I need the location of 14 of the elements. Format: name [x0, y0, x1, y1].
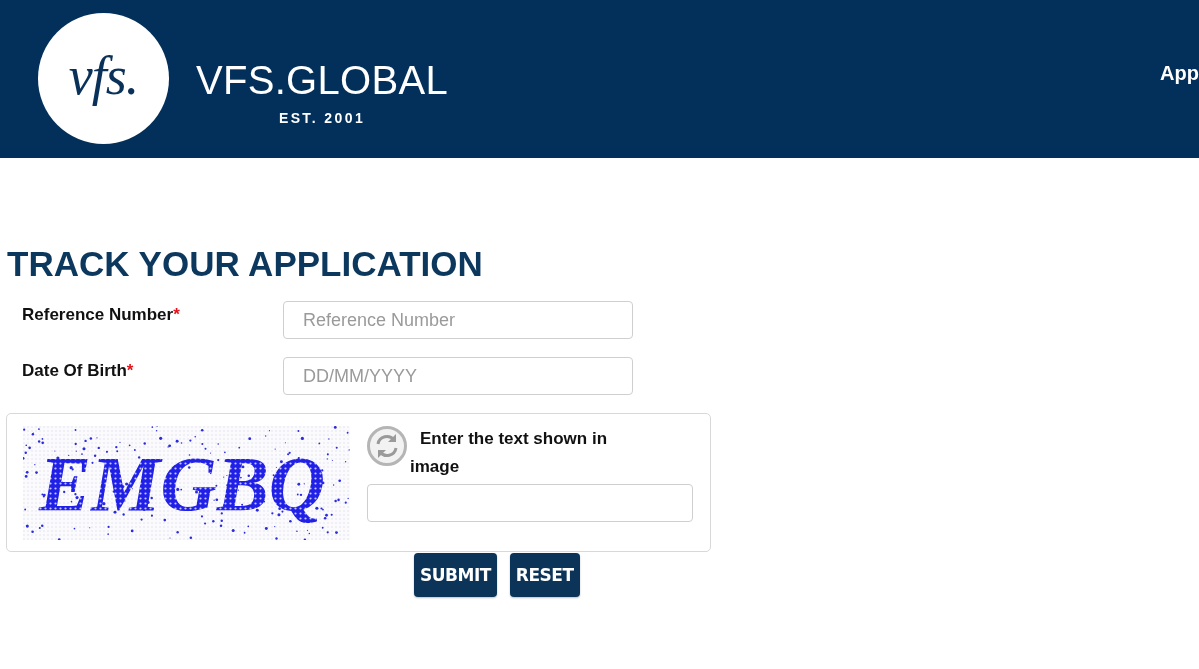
submit-button[interactable]: SUBMIT — [414, 553, 497, 597]
refresh-icon[interactable] — [367, 426, 407, 466]
field-label: Date Of Birth* — [22, 360, 134, 381]
captcha-image: EMGBQ — [23, 426, 350, 540]
brand-name: VFS.GLOBAL — [196, 59, 448, 102]
text-field[interactable]: Reference Number — [283, 301, 633, 339]
captcha-field[interactable] — [367, 484, 693, 522]
reset-button[interactable]: RESET — [509, 553, 580, 597]
captcha-prompt: Enter the text shown in image — [410, 428, 609, 478]
field-label: Reference Number* — [22, 304, 180, 325]
text-field[interactable]: DD/MM/YYYY — [283, 357, 633, 395]
nav-link[interactable]: App — [1160, 62, 1199, 85]
brand-tagline: EST. 2001 — [278, 110, 366, 126]
page-title: TRACK YOUR APPLICATION — [7, 244, 483, 284]
